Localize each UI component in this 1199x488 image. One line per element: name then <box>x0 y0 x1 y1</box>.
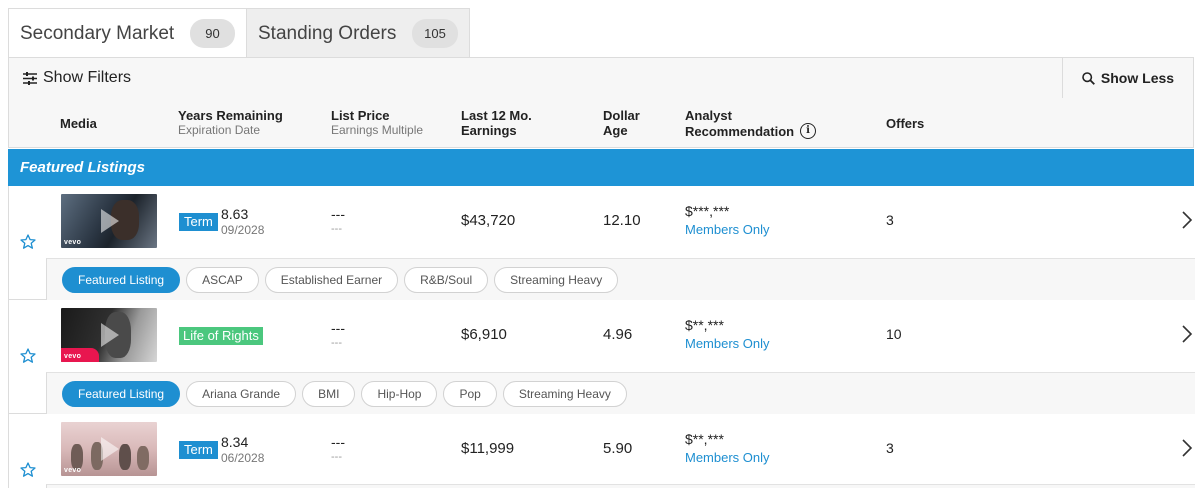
show-less-button[interactable]: Show Less <box>1062 58 1193 98</box>
col-list-price[interactable]: List Price Earnings Multiple <box>331 108 423 138</box>
tab-count-badge: 90 <box>190 19 235 48</box>
offers-value: 3 <box>886 440 894 456</box>
chevron-right-icon[interactable] <box>1180 438 1194 458</box>
col-earn-line2: Earnings <box>461 123 517 138</box>
listing-row[interactable]: vevo Term 8.34 06/2028 --- --- $11,999 5… <box>8 414 1195 488</box>
col-years-remaining[interactable]: Years Remaining Expiration Date <box>178 108 283 138</box>
media-thumbnail[interactable]: vevo <box>61 194 157 248</box>
chevron-right-icon[interactable] <box>1180 210 1194 230</box>
members-only-link[interactable]: Members Only <box>685 450 770 465</box>
column-header: Media Years Remaining Expiration Date Li… <box>8 98 1194 148</box>
earnings-value: $11,999 <box>461 440 515 457</box>
col-analyst-line2: Recommendation <box>685 123 795 139</box>
listing-row[interactable]: vevo Term 8.63 09/2028 --- --- $43,720 1… <box>8 186 1195 300</box>
expiration-date-value: 09/2028 <box>221 223 265 237</box>
tag-bmi[interactable]: BMI <box>302 380 356 407</box>
play-icon <box>101 323 119 347</box>
earnings-value: $6,910 <box>461 326 507 343</box>
col-analyst-line1: Analyst <box>685 108 732 123</box>
col-dollar-line1: Dollar <box>603 108 640 123</box>
tag-pop[interactable]: Pop <box>443 380 497 407</box>
show-filters-label: Show Filters <box>43 69 132 86</box>
col-price-label: List Price <box>331 108 390 123</box>
thumb-label: vevo <box>64 467 82 474</box>
star-icon[interactable] <box>20 234 36 250</box>
show-less-label: Show Less <box>1100 70 1175 86</box>
filter-bar: Show Filters Show Less <box>8 57 1194 99</box>
col-earn-line1: Last 12 Mo. <box>461 108 532 123</box>
col-analyst-recommendation[interactable]: Analyst Recommendation i <box>685 108 817 139</box>
earnings-value: $43,720 <box>461 212 516 229</box>
filter-sliders-icon <box>23 71 37 85</box>
offers-value: 3 <box>886 212 894 228</box>
thumb-figure <box>119 444 131 470</box>
tag-featured-listing[interactable]: Featured Listing <box>62 380 181 407</box>
tag-bar: Featured Listing Ariana Grande BMI Hip-H… <box>46 372 1195 414</box>
analyst-recommendation-value: $**,*** <box>685 317 724 333</box>
life-of-rights-badge: Life of Rights <box>179 327 263 345</box>
col-dollar-age[interactable]: Dollar Age <box>603 108 640 138</box>
dollar-age-value: 12.10 <box>603 212 641 229</box>
market-tabs: Secondary Market 90 Standing Orders 105 <box>8 8 470 58</box>
thumb-figure <box>137 446 149 470</box>
tag-bar <box>46 484 1195 488</box>
chevron-right-icon[interactable] <box>1180 324 1194 344</box>
show-filters-button[interactable]: Show Filters <box>23 58 131 98</box>
tag-established-earner[interactable]: Established Earner <box>264 266 399 293</box>
term-badge: Term <box>179 213 218 231</box>
dollar-age-value: 4.96 <box>603 326 633 343</box>
thumb-label: vevo <box>64 353 82 360</box>
listing-row[interactable]: vevo Life of Rights --- --- $6,910 4.96 … <box>8 300 1195 414</box>
star-icon[interactable] <box>20 348 36 364</box>
tag-streaming-heavy[interactable]: Streaming Heavy <box>494 266 619 293</box>
media-thumbnail[interactable]: vevo <box>61 422 157 476</box>
expiration-date-value: 06/2028 <box>221 451 265 465</box>
tag-featured-listing[interactable]: Featured Listing <box>62 266 181 293</box>
media-thumbnail[interactable]: vevo <box>61 308 157 362</box>
dollar-age-value: 5.90 <box>603 440 633 457</box>
tag-hip-hop[interactable]: Hip-Hop <box>361 380 438 407</box>
offers-value: 10 <box>886 326 902 342</box>
earnings-multiple-value: --- <box>331 337 342 349</box>
members-only-link[interactable]: Members Only <box>685 222 770 237</box>
tag-ascap[interactable]: ASCAP <box>186 266 259 293</box>
list-price-value: --- <box>331 206 345 222</box>
star-icon[interactable] <box>20 462 36 478</box>
list-price-value: --- <box>331 320 345 336</box>
featured-listings-band: Featured Listings <box>8 149 1194 186</box>
tag-rnb-soul[interactable]: R&B/Soul <box>404 266 489 293</box>
tag-bar: Featured Listing ASCAP Established Earne… <box>46 258 1195 300</box>
play-icon <box>101 437 119 461</box>
col-price-sub: Earnings Multiple <box>331 123 424 137</box>
tab-label: Standing Orders <box>258 22 397 44</box>
tab-standing-orders[interactable]: Standing Orders 105 <box>246 8 470 58</box>
tab-secondary-market[interactable]: Secondary Market 90 <box>8 8 246 58</box>
tag-ariana-grande[interactable]: Ariana Grande <box>186 380 297 407</box>
col-years-label: Years Remaining <box>178 108 283 123</box>
years-remaining-value: 8.63 <box>221 206 249 222</box>
list-price-value: --- <box>331 434 345 450</box>
col-dollar-line2: Age <box>603 123 628 138</box>
members-only-link[interactable]: Members Only <box>685 336 770 351</box>
play-icon <box>101 209 119 233</box>
tab-count-badge: 105 <box>412 19 458 48</box>
analyst-recommendation-value: $**,*** <box>685 431 724 447</box>
analyst-recommendation-value: $***,*** <box>685 203 730 219</box>
search-icon <box>1082 71 1095 85</box>
info-icon[interactable]: i <box>800 123 817 139</box>
years-remaining-value: 8.34 <box>221 434 249 450</box>
col-earnings[interactable]: Last 12 Mo. Earnings <box>461 108 532 138</box>
earnings-multiple-value: --- <box>331 451 342 463</box>
col-media[interactable]: Media <box>60 116 97 131</box>
term-badge: Term <box>179 441 218 459</box>
tag-streaming-heavy[interactable]: Streaming Heavy <box>502 380 627 407</box>
tab-label: Secondary Market <box>20 22 175 44</box>
col-offers[interactable]: Offers <box>886 116 924 131</box>
earnings-multiple-value: --- <box>331 223 342 235</box>
featured-band-label: Featured Listings <box>20 159 146 176</box>
col-years-sub: Expiration Date <box>178 123 261 137</box>
thumb-label: vevo <box>64 239 82 246</box>
